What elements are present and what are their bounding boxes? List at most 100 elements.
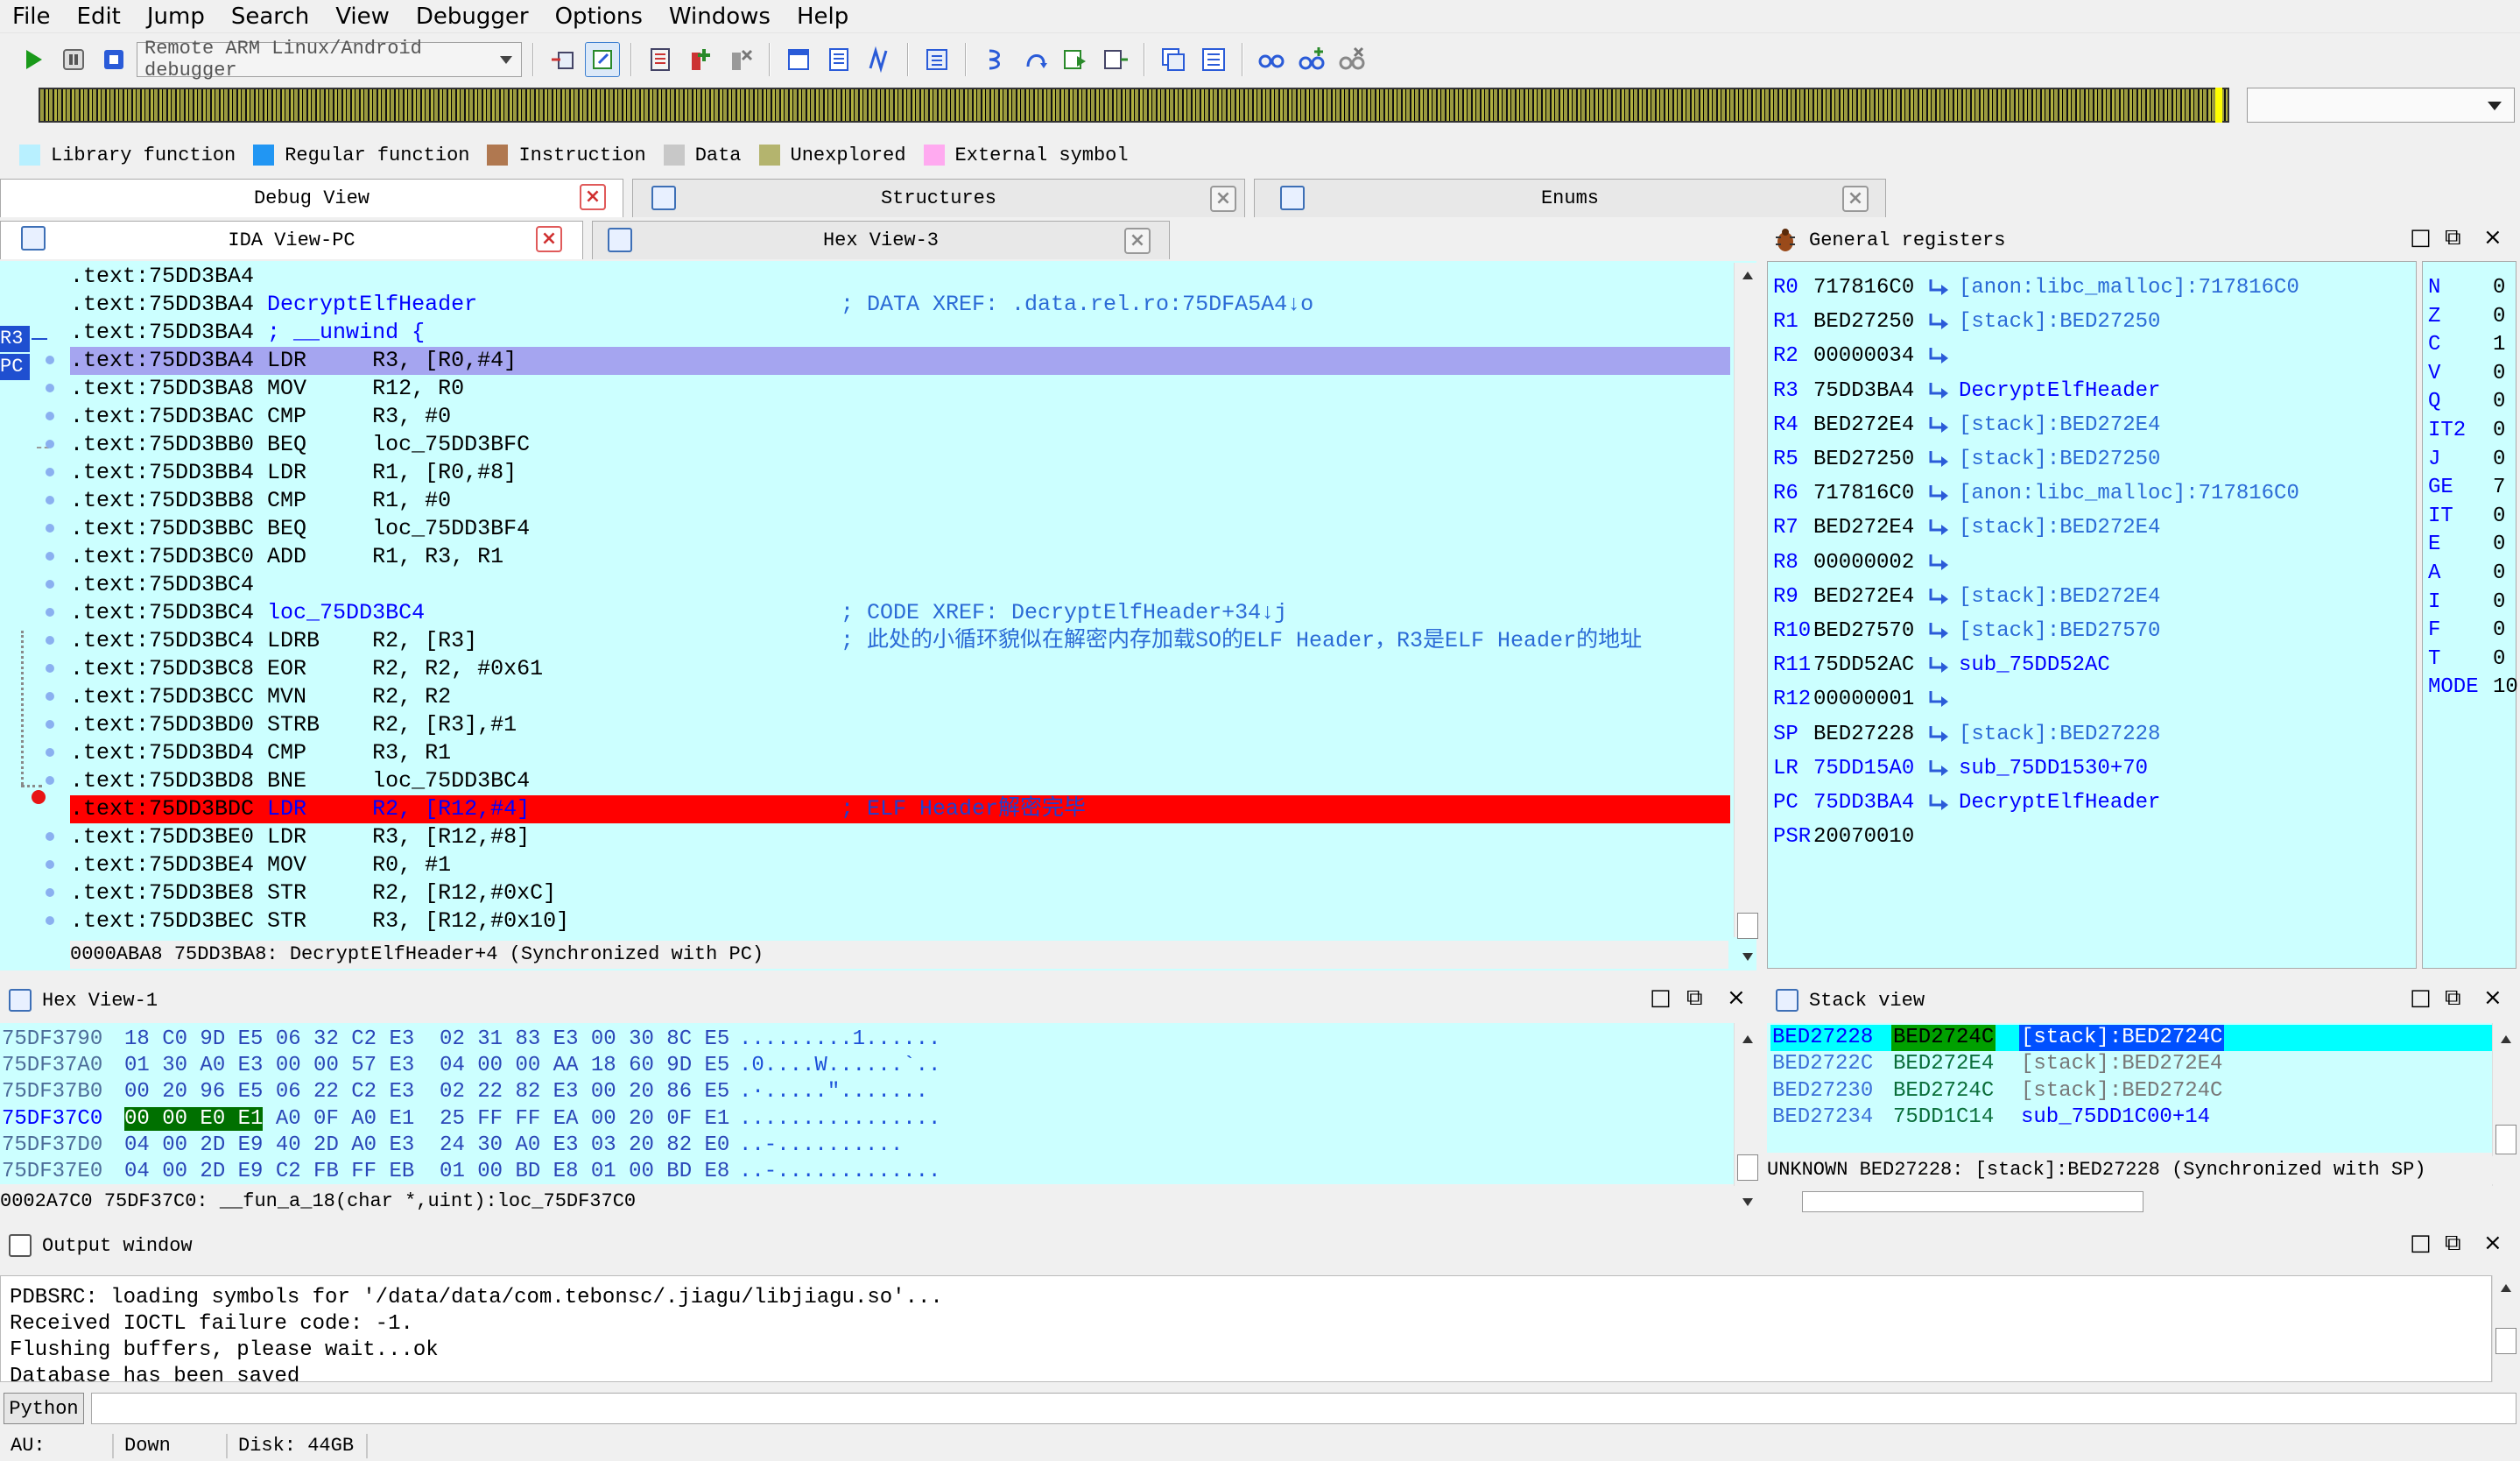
register-row-lr[interactable]: LR 75DD15A0 sub_75DD1530+70 [1768,753,2416,785]
menu-edit[interactable]: Edit [77,4,121,30]
register-target[interactable]: [stack]:BED27250 [1959,444,2160,476]
jump-arrow-icon[interactable] [1925,759,1948,780]
disasm-line[interactable]: .text:75DD3BA4 LDR R3, [R0,#4] [70,347,1730,375]
jump-arrow-icon[interactable] [1925,793,1948,814]
start-process-button[interactable] [16,42,51,77]
disasm-line[interactable]: .text:75DD3BA8 MOV R12, R0 [70,375,1730,403]
maximize-output-button[interactable]: □ [2410,1232,2432,1254]
flag-e[interactable]: E0 [2423,529,2517,561]
close-hex-button[interactable]: × [1727,986,1746,1009]
add-trace-button[interactable] [1294,42,1329,77]
run-to-cursor-button[interactable] [1058,42,1093,77]
breakpoint-marker[interactable] [32,790,46,804]
register-row-sp[interactable]: SP BED27228 [stack]:BED27228 [1768,719,2416,751]
scroll-down-icon[interactable] [1742,953,1753,961]
stack-target[interactable]: sub_75DD1C00+14 [2021,1105,2210,1131]
disasm-line[interactable]: .text:75DD3BC0 ADD R1, R3, R1 [70,543,1730,571]
disasm-line[interactable]: .text:75DD3BB0 BEQ loc_75DD3BFC [70,431,1730,459]
disasm-line[interactable]: .text:75DD3BB8 CMP R1, #0 [70,487,1730,515]
tracing-window-button[interactable] [1196,42,1231,77]
scroll-thumb[interactable] [1737,913,1758,939]
stack-target[interactable]: [stack]:BED2724C [2021,1078,2222,1105]
tab-ida-view-pc[interactable]: IDA View-PC [0,221,583,259]
attach-button[interactable] [545,42,580,77]
scroll-thumb[interactable] [2495,1125,2516,1154]
disasm-line[interactable]: .text:75DD3BB4 LDR R1, [R0,#8] [70,459,1730,487]
close-stack-button[interactable]: × [2483,986,2502,1009]
close-tab-debug-view[interactable]: × [580,184,606,210]
disasm-line[interactable]: .text:75DD3BE4 MOV R0, #1 [70,851,1730,879]
register-target[interactable]: [stack]:BED27250 [1959,307,2160,338]
jump-arrow-icon[interactable] [1925,724,1948,745]
registers-list[interactable]: R0 717816C0 [anon:libc_malloc]:717816C0 R1 B… [1767,261,2417,969]
step-into-button[interactable] [977,42,1012,77]
stack-target[interactable]: [stack]:BED272E4 [2021,1051,2222,1077]
trace-options-button[interactable] [1254,42,1289,77]
disasm-line[interactable]: .text:75DD3BA4 ; __unwind { [70,319,1730,347]
flag-c[interactable]: C1 [2423,329,2517,361]
scroll-thumb[interactable] [2495,1328,2516,1354]
process-options-button[interactable] [643,42,678,77]
maximize-registers-button[interactable]: □ [2410,226,2432,249]
register-target[interactable]: [anon:libc_malloc]:717816C0 [1959,272,2299,304]
scroll-thumb[interactable] [1737,1154,1758,1181]
step-until-return-button[interactable] [1098,42,1133,77]
register-row-pc[interactable]: PC 75DD3BA4 DecryptElfHeader [1768,787,2416,819]
navigation-combo[interactable] [2247,88,2515,123]
show-threads-button[interactable] [862,42,897,77]
jump-arrow-icon[interactable] [1925,381,1948,402]
register-row-r2[interactable]: R2 00000034 [1768,341,2416,372]
register-row-r4[interactable]: R4 BED272E4 [stack]:BED272E4 [1768,410,2416,441]
float-output-button[interactable]: ⧉ [2445,1232,2461,1254]
menu-file[interactable]: File [12,4,51,30]
stack-row[interactable]: BED27228 BED2724C [stack]:BED2724C [1770,1025,2502,1051]
float-hex-button[interactable]: ⧉ [1686,986,1703,1009]
hex-row[interactable]: 75DF37B0 00 20 96 E5 06 22 C2 E3 02 22 82… [2,1079,1718,1105]
scroll-up-icon[interactable] [2501,1284,2511,1292]
output-scrollbar[interactable] [2492,1275,2518,1382]
disasm-line[interactable]: .text:75DD3BCC MVN R2, R2 [70,683,1730,711]
flag-ge[interactable]: GE 7 [2423,472,2517,504]
flag-j[interactable]: J0 [2423,444,2517,476]
flag-n[interactable]: N0 [2423,272,2517,304]
hex-row[interactable]: 75DF37E0 04 00 2D E9 C2 FB FF EB 01 00 BD… [2,1159,1718,1185]
disasm-line[interactable]: .text:75DD3BE8 STR R2, [R12,#0xC] [70,879,1730,907]
flag-z[interactable]: Z0 [2423,301,2517,333]
disasm-line[interactable]: .text:75DD3BEC STR R3, [R12,#0x10] [70,907,1730,935]
register-row-r6[interactable]: R6 717816C0 [anon:libc_malloc]:717816C0 [1768,478,2416,510]
jump-arrow-icon[interactable] [1925,346,1948,367]
register-target[interactable]: [anon:libc_malloc]:717816C0 [1959,478,2299,510]
hex-row[interactable]: 75DF3790 18 C0 9D E5 06 32 C2 E3 02 31 83… [2,1027,1718,1053]
debug-window-button[interactable] [1156,42,1191,77]
menu-help[interactable]: Help [797,4,848,30]
disasm-line[interactable]: .text:75DD3BC4 [70,571,1730,599]
tab-debug-view[interactable]: Debug View [0,179,623,217]
remove-trace-button[interactable] [1334,42,1369,77]
stack-row[interactable]: BED27230 BED2724C [stack]:BED2724C [1770,1078,2502,1105]
jump-arrow-icon[interactable] [1925,587,1948,608]
register-target[interactable]: [stack]:BED272E4 [1959,512,2160,544]
scroll-down-icon[interactable] [1742,1198,1753,1206]
flag-it[interactable]: IT 0 [2423,501,2517,533]
register-target[interactable]: [stack]:BED27228 [1959,719,2160,751]
python-language-button[interactable]: Python [4,1393,84,1424]
disasm-line[interactable]: .text:75DD3BA4 DecryptElfHeader ; DATA XR… [70,291,1730,319]
flag-i[interactable]: I0 [2423,587,2517,618]
detach-button[interactable] [585,42,620,77]
maximize-hex-button[interactable]: □ [1650,986,1672,1009]
disasm-line[interactable]: .text:75DD3BC4 loc_75DD3BC4 ; CODE XREF: … [70,599,1730,627]
disasm-line[interactable]: .text:75DD3BC8 EOR R2, R2, #0x61 [70,655,1730,683]
menu-debugger[interactable]: Debugger [416,4,529,30]
tab-enums[interactable]: Enums [1254,179,1886,217]
close-registers-button[interactable]: × [2483,226,2502,249]
stack-list[interactable]: BED27228 BED2724C [stack]:BED2724C BED2722C… [1767,1023,2504,1153]
navigation-band[interactable] [39,88,2229,123]
disasm-line[interactable]: .text:75DD3BD8 BNE loc_75DD3BC4 [70,767,1730,795]
hex-row[interactable]: 75DF37D0 04 00 2D E9 40 2D A0 E3 24 30 A0… [2,1133,1718,1159]
flag-v[interactable]: V0 [2423,358,2517,390]
menu-windows[interactable]: Windows [669,4,771,30]
add-breakpoint-button[interactable] [683,42,718,77]
register-target[interactable]: [stack]:BED272E4 [1959,582,2160,613]
register-row-r1[interactable]: R1 BED27250 [stack]:BED27250 [1768,307,2416,338]
debugger-select[interactable]: Remote ARM Linux/Android debugger [137,38,522,81]
